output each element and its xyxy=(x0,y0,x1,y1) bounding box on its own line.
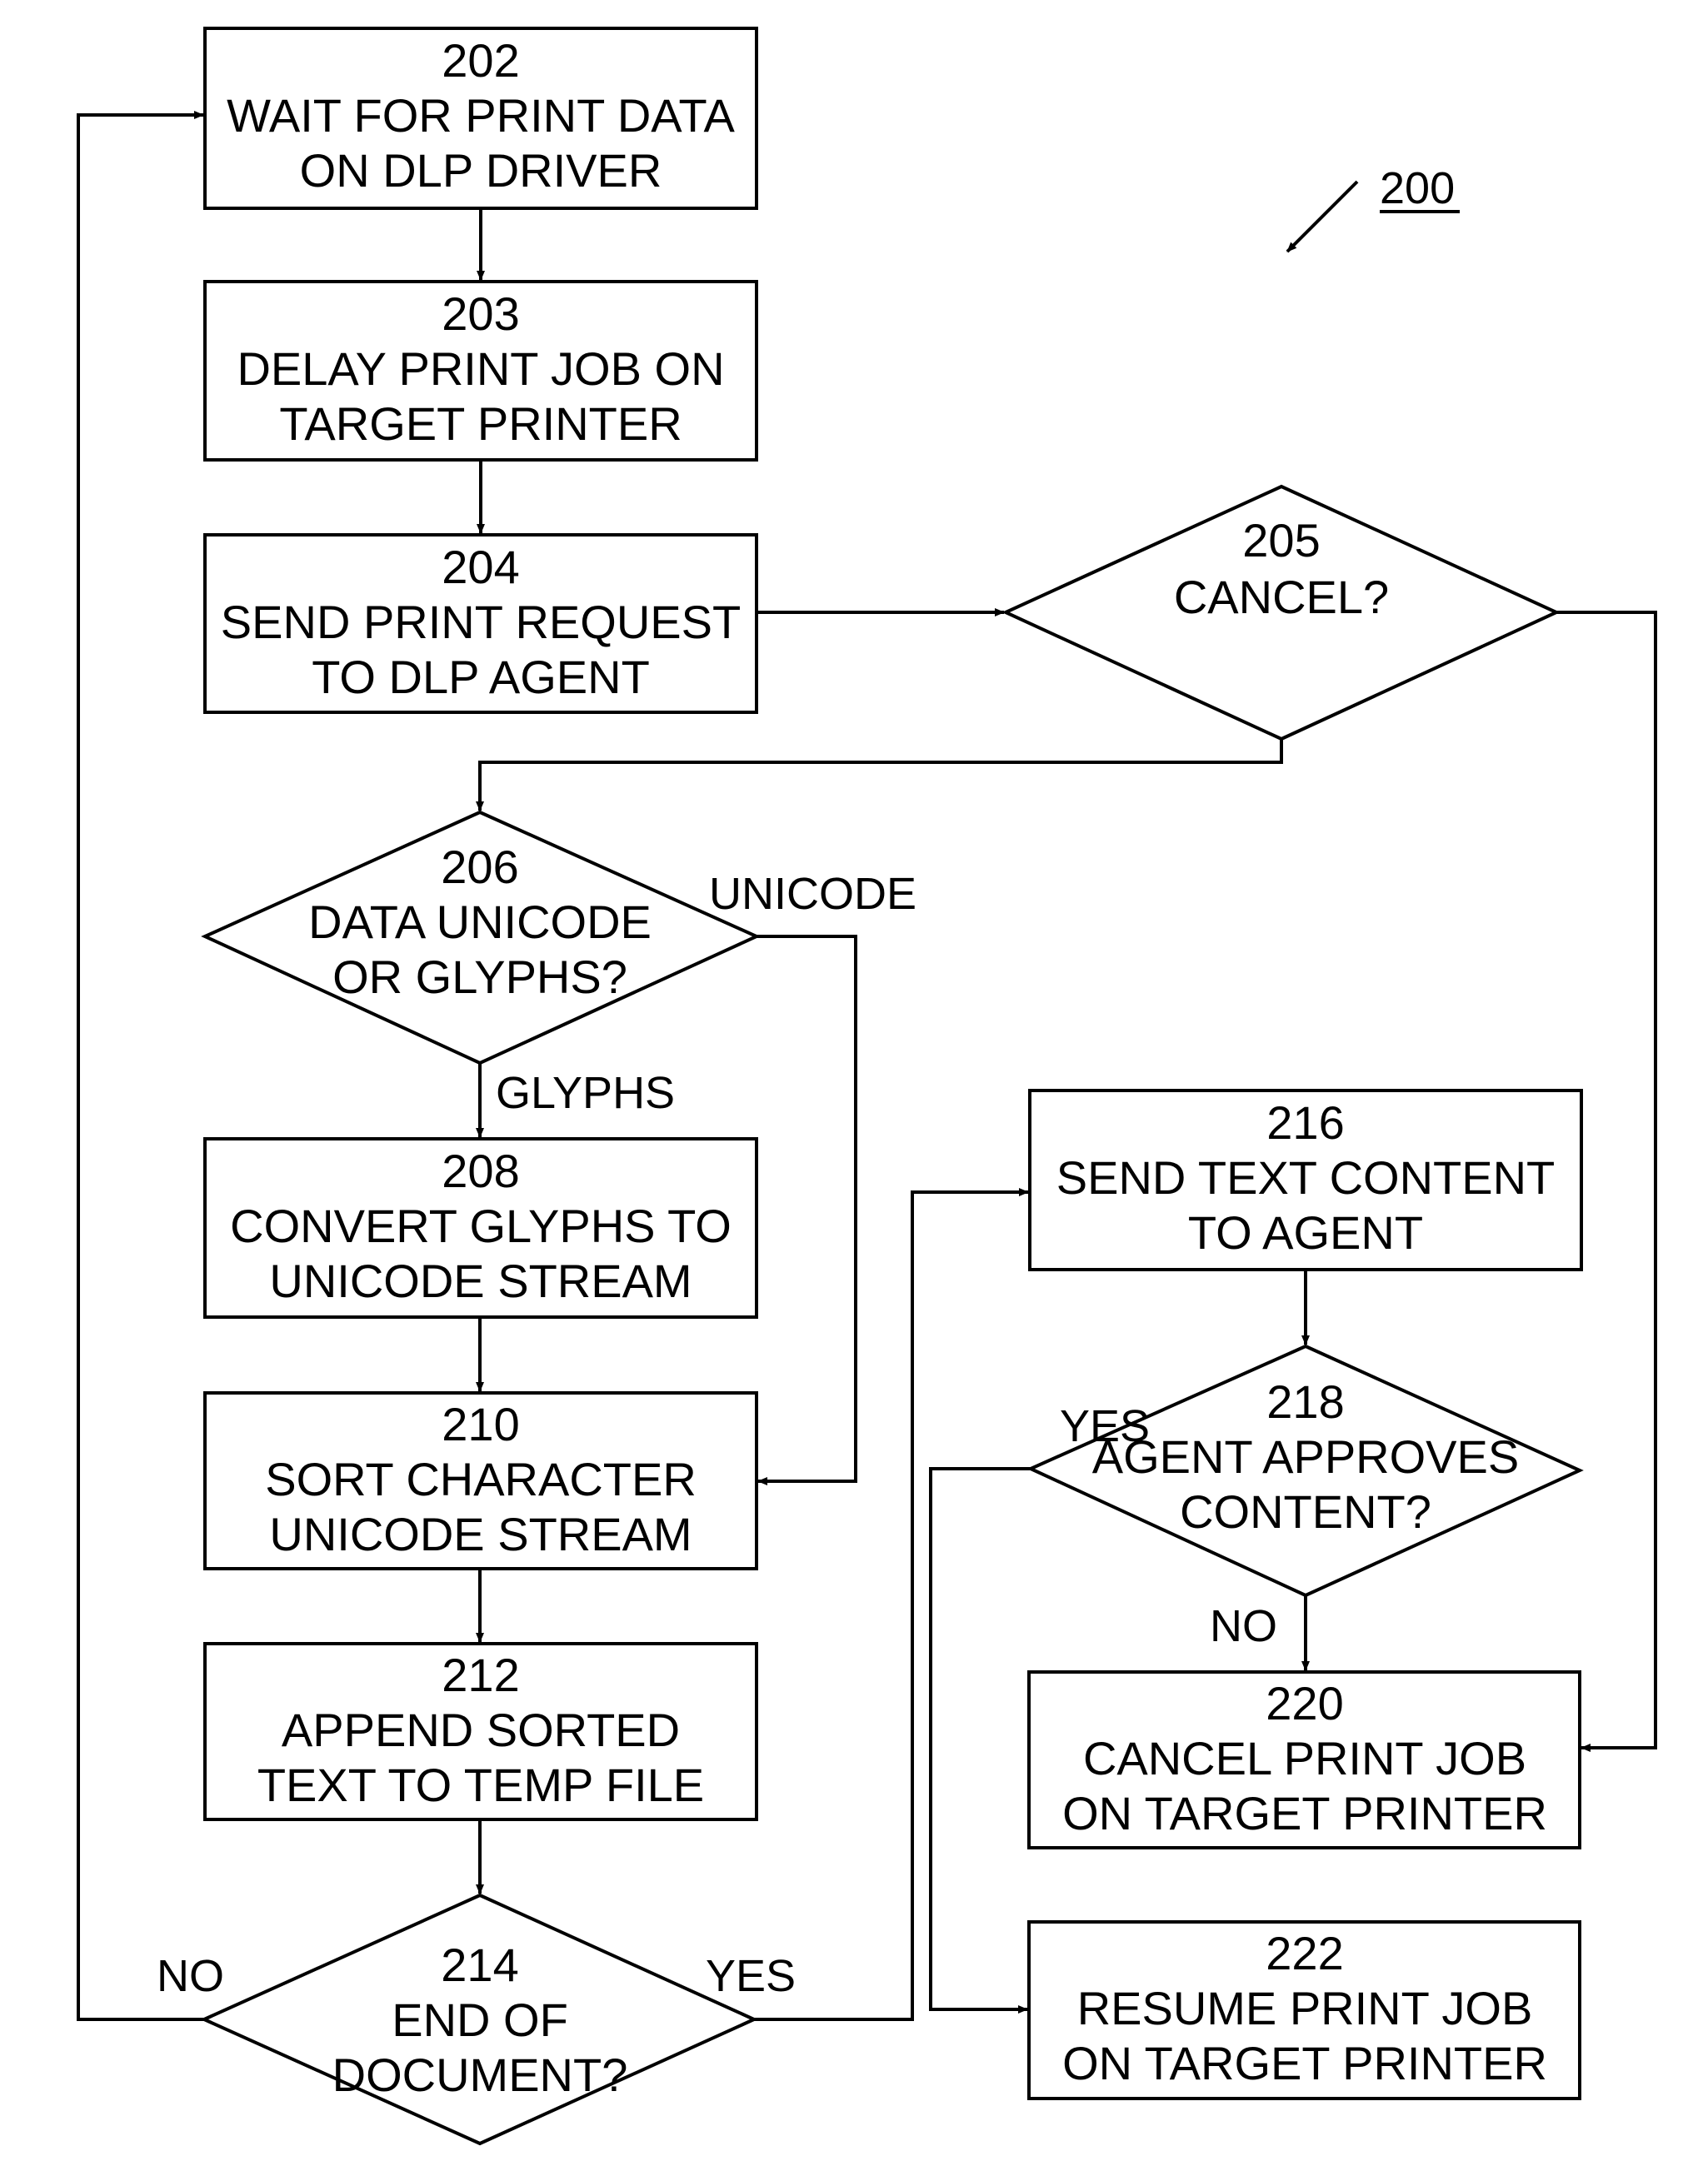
node-205[interactable]: 205 CANCEL? xyxy=(1001,484,1561,741)
node-text-line: TO DLP AGENT xyxy=(312,651,650,703)
node-id: 205 xyxy=(1242,514,1320,566)
edge-label-no-214: NO xyxy=(157,1951,224,2001)
node-216[interactable]: 216 SEND TEXT CONTENT TO AGENT xyxy=(1028,1089,1583,1271)
node-204[interactable]: 204 SEND PRINT REQUEST TO DLP AGENT xyxy=(203,533,758,714)
node-text-line: DELAY PRINT JOB ON xyxy=(237,342,724,395)
edge-206-210 xyxy=(757,935,857,1485)
node-text-line: DATA UNICODE xyxy=(308,896,652,948)
edge-205-206 xyxy=(476,739,1283,811)
node-text-line: CANCEL PRINT JOB xyxy=(1083,1732,1526,1784)
node-text-line: END OF xyxy=(392,1994,568,2046)
node-text-line: CONVERT GLYPHS TO xyxy=(230,1200,732,1252)
figure-reference-numeral: 200 xyxy=(1380,163,1455,213)
node-218[interactable]: 218 AGENT APPROVES CONTENT? xyxy=(1026,1344,1584,1598)
node-id: 214 xyxy=(441,1939,518,1991)
node-id: 204 xyxy=(442,541,519,593)
node-202[interactable]: 202 WAIT FOR PRINT DATA ON DLP DRIVER xyxy=(203,27,758,210)
reference-arrow xyxy=(1286,180,1359,253)
node-text-line: UNICODE STREAM xyxy=(269,1255,692,1307)
node-text-line: RESUME PRINT JOB xyxy=(1077,1982,1533,2034)
node-212[interactable]: 212 APPEND SORTED TEXT TO TEMP FILE xyxy=(203,1642,758,1821)
node-text-line: ON TARGET PRINTER xyxy=(1062,1787,1547,1839)
node-220[interactable]: 220 CANCEL PRINT JOB ON TARGET PRINTER xyxy=(1027,1670,1581,1849)
edge-label-unicode: UNICODE xyxy=(709,869,916,919)
edge-label-yes-218: YES xyxy=(1060,1401,1150,1451)
flowchart: 202 WAIT FOR PRINT DATA ON DLP DRIVER 20… xyxy=(77,27,1657,2146)
node-id: 208 xyxy=(442,1145,519,1197)
node-id: 210 xyxy=(442,1398,519,1450)
edge-label-no-218: NO xyxy=(1210,1601,1277,1651)
node-text-line: ON TARGET PRINTER xyxy=(1062,2037,1547,2089)
node-214[interactable]: 214 END OF DOCUMENT? xyxy=(200,1893,758,2146)
node-text-line: DOCUMENT? xyxy=(332,2049,628,2101)
node-id: 218 xyxy=(1266,1375,1344,1428)
node-text-line: CANCEL? xyxy=(1174,571,1389,623)
node-text-line: SORT CHARACTER xyxy=(265,1453,697,1505)
edge-214-216 xyxy=(754,1188,1029,2021)
node-206[interactable]: 206 DATA UNICODE OR GLYPHS? xyxy=(201,810,761,1066)
node-text-line: WAIT FOR PRINT DATA xyxy=(227,89,735,142)
node-id: 222 xyxy=(1266,1927,1343,1979)
node-text-line: TEXT TO TEMP FILE xyxy=(257,1759,704,1811)
node-text-line: TO AGENT xyxy=(1188,1206,1423,1259)
edge-214-202 xyxy=(77,111,204,2021)
node-text-line: SEND TEXT CONTENT xyxy=(1056,1151,1555,1204)
node-222[interactable]: 222 RESUME PRINT JOB ON TARGET PRINTER xyxy=(1027,1920,1581,2100)
node-id: 202 xyxy=(442,34,519,87)
node-210[interactable]: 210 SORT CHARACTER UNICODE STREAM xyxy=(203,1391,758,1570)
edge-label-yes-214: YES xyxy=(706,1951,796,2001)
edge-label-glyphs: GLYPHS xyxy=(496,1068,675,1118)
node-text-line: CONTENT? xyxy=(1180,1485,1431,1538)
node-id: 220 xyxy=(1266,1677,1343,1729)
node-text-line: UNICODE STREAM xyxy=(269,1508,692,1560)
node-text-line: OR GLYPHS? xyxy=(332,951,627,1003)
node-text-line: SEND PRINT REQUEST xyxy=(221,596,741,648)
edge-218-222 xyxy=(929,1467,1031,2014)
node-id: 216 xyxy=(1266,1096,1344,1149)
node-id: 212 xyxy=(442,1649,519,1701)
node-208[interactable]: 208 CONVERT GLYPHS TO UNICODE STREAM xyxy=(203,1137,758,1319)
node-text-line: ON DLP DRIVER xyxy=(300,144,662,197)
node-text-line: TARGET PRINTER xyxy=(279,397,682,450)
node-text-line: APPEND SORTED xyxy=(282,1704,680,1756)
node-text-line: AGENT APPROVES xyxy=(1092,1430,1519,1483)
node-id: 206 xyxy=(441,841,518,893)
node-203[interactable]: 203 DELAY PRINT JOB ON TARGET PRINTER xyxy=(203,280,758,462)
node-id: 203 xyxy=(442,287,519,340)
